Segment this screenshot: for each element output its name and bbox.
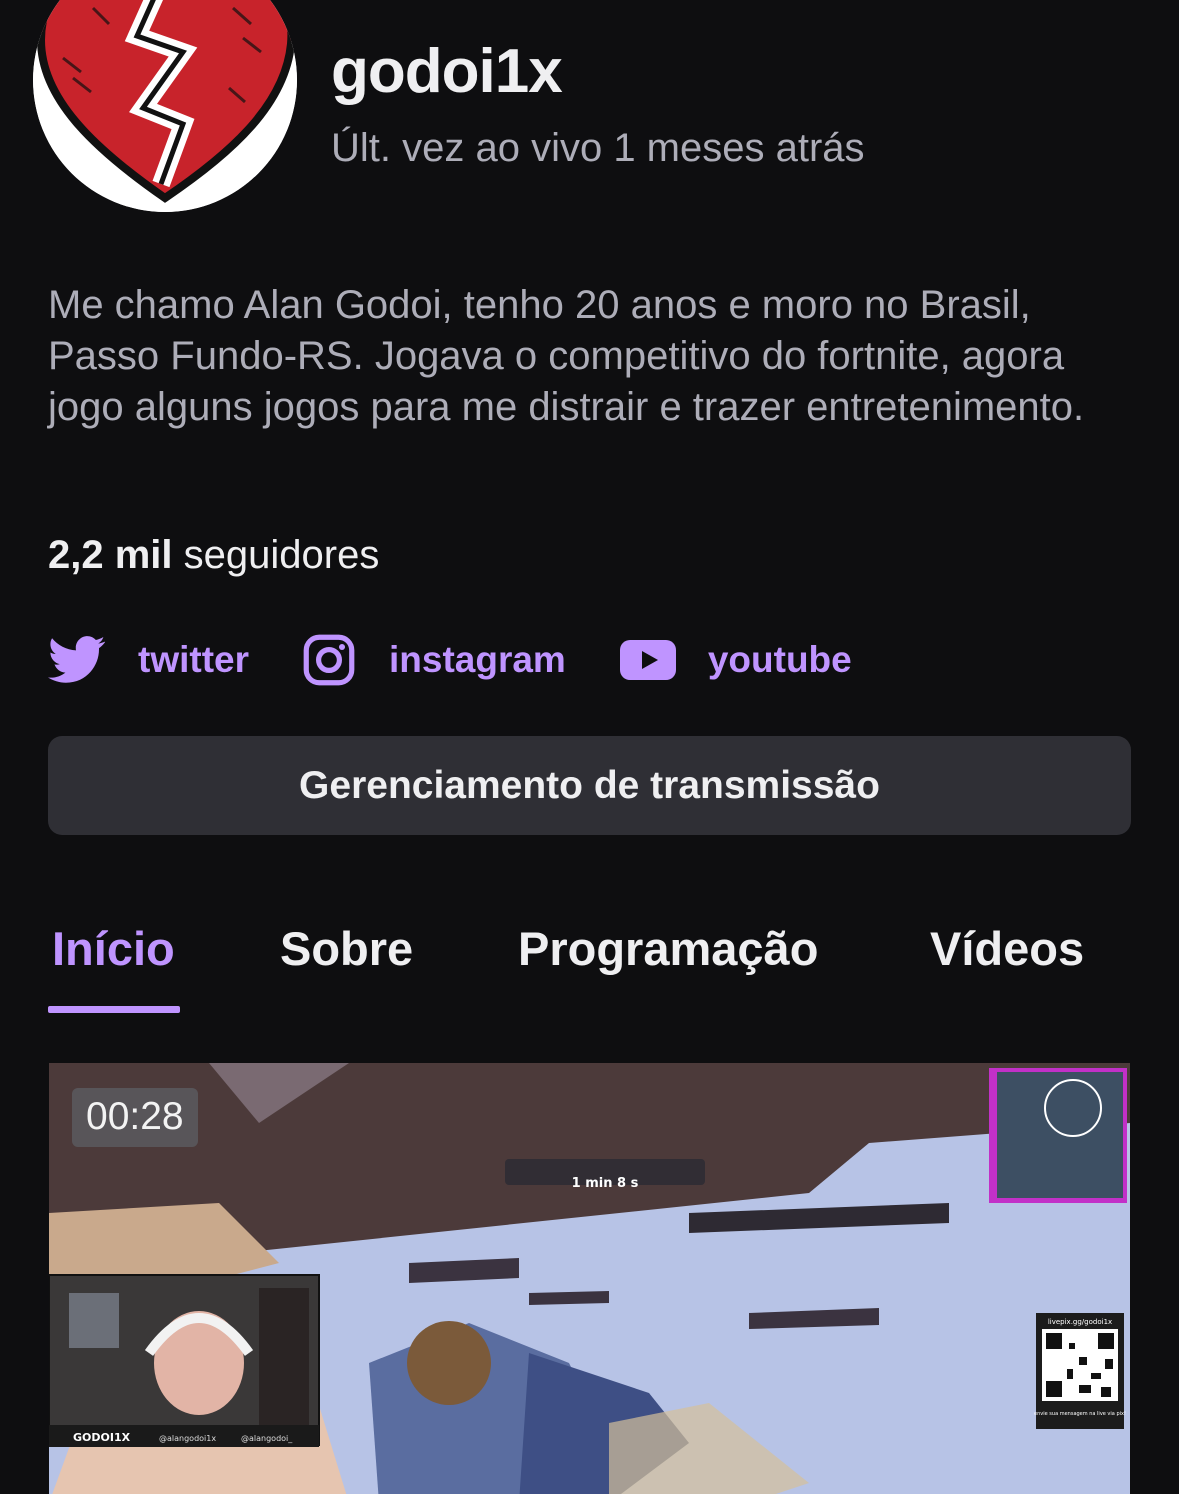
social-link-twitter[interactable]: twitter	[48, 635, 249, 685]
social-link-instagram[interactable]: instagram	[303, 634, 566, 686]
tab-videos[interactable]: Vídeos	[930, 921, 1084, 976]
follower-count-value: 2,2 mil	[48, 533, 173, 577]
social-link-youtube[interactable]: youtube	[619, 639, 852, 681]
tab-programacao[interactable]: Programação	[518, 921, 818, 976]
social-links: twitter instagram youtube	[48, 630, 852, 690]
channel-name: godoi1x	[331, 37, 563, 106]
follower-count-label: seguidores	[183, 533, 380, 577]
broken-heart-icon	[33, 0, 297, 212]
stream-manager-button[interactable]: Gerenciamento de transmissão	[48, 736, 1131, 835]
overlay-twitter: @alangodoi1x	[159, 1434, 216, 1443]
social-label-twitter: twitter	[138, 639, 249, 680]
gameplay-scene: 1 min 8 s GODOI1X @alangodoi1x @alangodo…	[49, 1063, 1130, 1494]
overlay-brand: GODOI1X	[73, 1431, 131, 1444]
channel-tabs: Início Sobre Programação Vídeos	[48, 915, 1131, 1015]
overlay-qr-url: livepix.gg/godoi1x	[1048, 1318, 1112, 1326]
overlay-qr-caption: envie sua mensagem na live via pix!	[1034, 1411, 1126, 1417]
youtube-icon	[619, 640, 676, 680]
last-live-status: Últ. vez ao vivo 1 meses atrás	[331, 126, 865, 170]
instagram-icon	[303, 634, 355, 686]
twitter-bird-icon	[48, 636, 106, 683]
overlay-timer: 1 min 8 s	[572, 1176, 639, 1191]
tab-inicio[interactable]: Início	[52, 921, 175, 976]
channel-avatar[interactable]	[33, 0, 297, 212]
follower-count: 2,2 mil seguidores	[48, 531, 379, 579]
active-tab-indicator	[48, 1006, 180, 1013]
video-duration-badge: 00:28	[72, 1088, 198, 1147]
video-thumbnail[interactable]: 1 min 8 s GODOI1X @alangodoi1x @alangodo…	[49, 1063, 1130, 1494]
channel-bio: Me chamo Alan Godoi, tenho 20 anos e mor…	[48, 283, 1085, 429]
tab-sobre[interactable]: Sobre	[280, 921, 413, 976]
overlay-instagram: @alangodoi_	[241, 1434, 293, 1443]
social-label-youtube: youtube	[707, 639, 852, 680]
social-label-instagram: instagram	[389, 639, 566, 680]
